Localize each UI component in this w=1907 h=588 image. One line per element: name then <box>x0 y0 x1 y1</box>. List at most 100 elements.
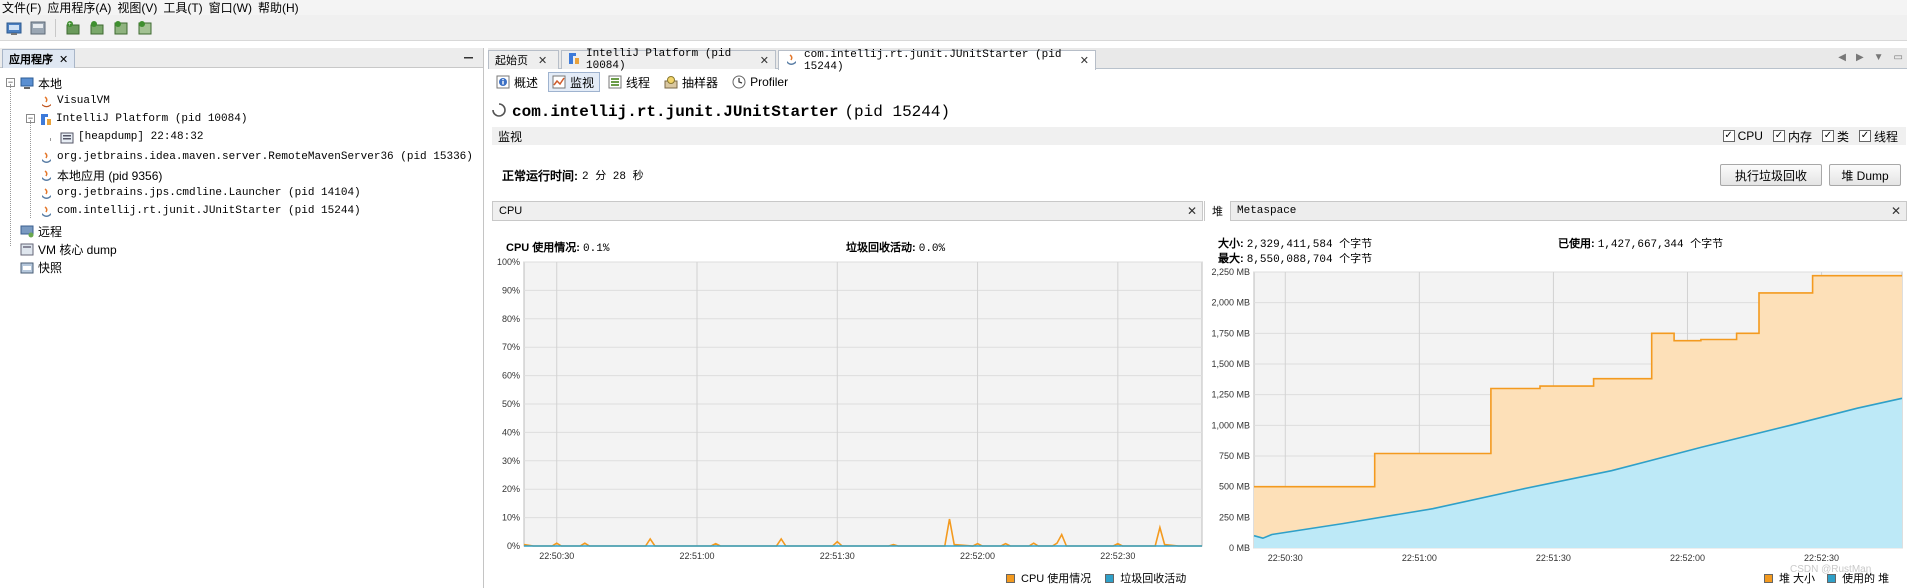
loading-spinner-icon <box>492 102 506 122</box>
checkbox-checked-icon: ✓ <box>1821 130 1834 142</box>
tree-connector <box>30 120 31 218</box>
tree-node[interactable]: VisualVM <box>40 92 110 110</box>
close-icon[interactable]: ✕ <box>760 54 769 67</box>
legend-label-cpu: CPU 使用情况 <box>1021 573 1092 585</box>
monitor-chart-icon <box>552 75 566 89</box>
heap-max-value: 8,550,088,704 个字节 <box>1246 254 1373 266</box>
menu-item[interactable]: 应用程序(A) <box>45 1 115 15</box>
checkbox-checked-icon: ✓ <box>1722 130 1735 142</box>
y-tick-label: 1,750 MB <box>1211 328 1250 338</box>
add-remote-host-icon[interactable] <box>87 18 107 38</box>
y-tick-label: 0% <box>507 541 520 551</box>
tab-monitor[interactable]: 监视 <box>548 72 601 92</box>
close-icon[interactable]: ✕ <box>1080 54 1089 67</box>
tree-node-label: 远程 <box>38 224 63 239</box>
close-icon[interactable]: ✕ <box>59 53 68 66</box>
add-core-dump-icon[interactable] <box>111 18 131 38</box>
gc-activity-value: 0.0% <box>918 243 946 255</box>
close-icon[interactable]: ✕ <box>1891 204 1901 218</box>
menu-item[interactable]: 帮助(H) <box>256 1 303 15</box>
add-jmx-connection-icon[interactable]: + <box>63 18 83 38</box>
cpu-usage-label: CPU 使用情况: <box>506 242 580 254</box>
scroll-left-icon[interactable]: ◀ <box>1838 52 1846 63</box>
tab-threads[interactable]: 线程 <box>604 72 656 92</box>
y-tick-label: 2,250 MB <box>1211 267 1250 277</box>
tree-node[interactable]: VM 核心 dump <box>20 240 117 258</box>
tab-overview[interactable]: 概述 <box>492 72 544 92</box>
tab-sampler[interactable]: 抽样器 <box>660 72 724 92</box>
menu-item[interactable]: 窗口(W) <box>207 1 256 15</box>
menu-item[interactable]: 文件(F) <box>0 1 45 15</box>
uptime-value: 2 分 28 秒 <box>582 171 644 183</box>
tree-node[interactable]: 远程 <box>20 222 62 240</box>
profiler-clock-icon <box>732 75 746 89</box>
y-tick-label: 60% <box>502 371 520 381</box>
minimize-icon[interactable] <box>463 51 475 63</box>
checkbox-cpu[interactable]: ✓ CPU <box>1722 129 1763 143</box>
applications-tabbar: 应用程序 ✕ <box>0 48 483 68</box>
tree-node[interactable]: 快照 <box>20 258 62 276</box>
tab-metaspace[interactable]: Metaspace <box>1231 205 1302 217</box>
heap-size-label: 大小: <box>1218 238 1244 250</box>
legend-label-gc: 垃圾回收活动 <box>1120 573 1187 585</box>
toolbar-separator <box>55 18 56 37</box>
close-icon[interactable]: ✕ <box>1187 204 1197 218</box>
scroll-right-icon[interactable]: ▶ <box>1856 52 1864 63</box>
heap-max-label: 最大: <box>1218 253 1244 265</box>
perform-gc-button[interactable]: 执行垃圾回收 <box>1720 164 1822 186</box>
tree-node-label: 本地 <box>38 76 63 91</box>
tree-node[interactable]: org.jetbrains.idea.maven.server.RemoteMa… <box>40 148 473 166</box>
cpu-legend: CPU 使用情况 垃圾回收活动 <box>1006 570 1186 586</box>
open-application-icon[interactable] <box>4 18 24 38</box>
tab-label: 监视 <box>570 75 595 90</box>
tree-node-label: org.jetbrains.jps.cmdline.Launcher (pid … <box>57 187 361 199</box>
tree-node[interactable]: 本地 <box>20 74 62 92</box>
tab-navigation: ◀ ▶ ▼ ▭ <box>1838 52 1903 63</box>
tab-junit-starter[interactable]: com.intellij.rt.junit.JUnitStarter (pid … <box>778 49 1096 73</box>
heap-dump-button[interactable]: 堆 Dump <box>1829 164 1901 186</box>
cpu-panel-header: CPU ✕ <box>492 201 1203 221</box>
uptime-label: 正常运行时间: <box>502 169 578 183</box>
menu-item[interactable]: 工具(T) <box>161 1 206 15</box>
tree-node[interactable]: org.jetbrains.jps.cmdline.Launcher (pid … <box>40 184 361 202</box>
tree-node[interactable]: 本地应用 (pid 9356) <box>40 166 162 184</box>
add-snapshot-icon[interactable] <box>135 18 155 38</box>
view-tabs: 概述 监视 线程 抽样器 Profiler <box>492 72 794 92</box>
tab-start-page[interactable]: 起始页 ✕ <box>488 50 559 69</box>
tree-node-label: IntelliJ Platform (pid 10084) <box>56 113 248 125</box>
cpu-chart: 0% 10% 20% 30% 40% 50% 60% 70% 80% 90% 100% 22:50:3… <box>497 257 1203 561</box>
applications-tab[interactable]: 应用程序 ✕ <box>2 49 76 68</box>
x-tick-label: 22:51:30 <box>1536 553 1571 563</box>
intellij-icon <box>40 113 52 126</box>
tab-list-dropdown-icon[interactable]: ▼ <box>1874 52 1884 63</box>
y-tick-label: 90% <box>502 285 520 295</box>
svg-text:+: + <box>68 22 72 28</box>
checkbox-threads[interactable]: ✓ 线程 <box>1858 128 1898 145</box>
tree-node-label: [heapdump] 22:48:32 <box>78 131 204 143</box>
monitor-checks: ✓ CPU ✓ 内存 ✓ 类 ✓ 线程 <box>1722 127 1898 145</box>
java-icon <box>40 187 53 200</box>
tree-node-label: 本地应用 (pid 9356) <box>57 168 163 183</box>
tab-label: Metaspace <box>1237 205 1297 217</box>
y-tick-label: 50% <box>502 399 520 409</box>
restore-window-icon[interactable]: ▭ <box>1894 52 1903 63</box>
java-icon <box>40 205 53 218</box>
menu-bar: 文件(F) 应用程序(A) 视图(V) 工具(T) 窗口(W) 帮助(H) <box>0 0 1907 15</box>
tree-node[interactable]: com.intellij.rt.junit.JUnitStarter (pid … <box>40 202 361 220</box>
checkbox-memory[interactable]: ✓ 内存 <box>1772 128 1812 145</box>
tab-heap[interactable]: 堆 <box>1205 201 1231 221</box>
checkbox-classes[interactable]: ✓ 类 <box>1821 128 1849 145</box>
y-tick-label: 250 MB <box>1219 512 1250 522</box>
menu-item[interactable]: 视图(V) <box>115 1 161 15</box>
tab-profiler[interactable]: Profiler <box>728 72 794 92</box>
save-snapshot-icon[interactable] <box>28 18 48 38</box>
close-icon[interactable]: ✕ <box>538 54 547 67</box>
y-tick-label: 1,250 MB <box>1211 390 1250 400</box>
tree-node[interactable]: [heapdump] 22:48:32 <box>60 128 203 146</box>
applications-tab-label: 应用程序 <box>9 54 53 66</box>
tree-node[interactable]: IntelliJ Platform (pid 10084) <box>40 110 247 128</box>
tab-intellij-platform[interactable]: IntelliJ Platform (pid 10084) ✕ <box>561 48 776 72</box>
y-tick-label: 2,000 MB <box>1211 298 1250 308</box>
tree-connector <box>10 84 11 246</box>
x-tick-label: 22:51:00 <box>1402 553 1437 563</box>
